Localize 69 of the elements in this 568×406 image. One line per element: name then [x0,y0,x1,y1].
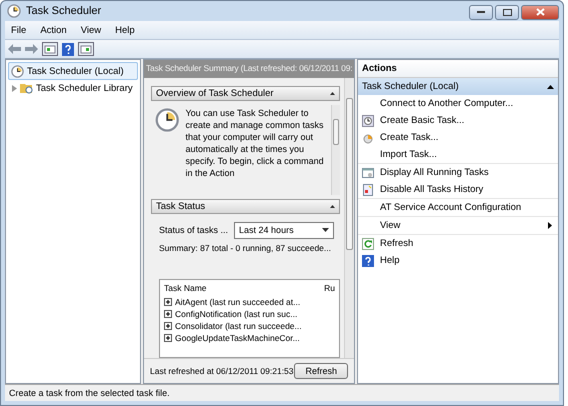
close-button[interactable] [521,4,559,20]
menu-item[interactable]: File [5,24,32,36]
expand-icon[interactable] [164,298,172,306]
window-title: Task Scheduler [26,5,102,17]
menu-item[interactable]: Help [109,24,141,36]
command-link[interactable]: Create Basic Task... [358,112,558,129]
clock-icon [155,106,180,133]
clock-icon [362,132,374,144]
console-tree-icon[interactable] [42,42,58,56]
summary-header: Task Scheduler Summary (Last refreshed: 06/12/2011 09: [144,60,354,78]
collapse-icon[interactable] [547,84,554,88]
minimize-icon [477,10,485,14]
submenu-arrow-icon [548,222,552,229]
close-icon [536,8,544,16]
task-row[interactable]: AitAgent (last run succeeded at... [160,296,339,308]
menu-item[interactable]: View [74,24,108,36]
forward-icon[interactable] [25,44,38,54]
command-link[interactable]: Display All Running Tasks [358,164,558,181]
tree-item[interactable]: Task Scheduler (Local) [8,62,138,80]
column-header[interactable]: Task Name [164,282,207,293]
task-row[interactable]: Consolidator (last run succeede... [160,320,339,332]
action-pane-icon[interactable] [78,42,94,56]
command-link[interactable]: Refresh [358,235,558,252]
command-link[interactable]: View [358,217,558,235]
status-section-header[interactable]: Task Status [151,198,340,214]
expand-icon[interactable] [164,334,172,342]
status-bar: Create a task from the selected task file. [5,384,559,401]
command-link[interactable]: Connect to Another Computer... [358,95,558,112]
section-title: Task Status [156,200,206,212]
column-header[interactable]: Ru [324,282,335,293]
summary-text: Summary: 87 total - 0 running, 87 succeede... [158,242,331,253]
last-refreshed-text: Last refreshed at 06/12/2011 09:21:53 [150,366,294,376]
tree-item[interactable]: Task Scheduler Library [8,80,138,96]
section-title: Overview of Task Scheduler [156,88,274,99]
period-dropdown[interactable]: Last 24 hours [234,222,334,239]
dropdown-arrow-icon [322,228,330,232]
minimize-button[interactable] [469,4,493,20]
command-link[interactable]: AT Service Account Configuration [358,199,558,217]
command-link[interactable]: Create Task... [358,129,558,146]
command-link[interactable]: Help [358,252,558,269]
expand-icon[interactable] [164,322,172,330]
back-icon[interactable] [8,44,21,54]
collapse-icon[interactable] [330,92,335,95]
refresh-button[interactable]: Refresh [294,363,348,379]
menu-item[interactable]: Action [34,24,73,36]
help-icon [362,254,374,266]
group-title: Task Scheduler (Local) [362,81,459,92]
clock-wizard-icon [362,114,374,126]
command-link[interactable]: Disable All Tasks History [358,181,558,199]
window-list-icon [362,166,374,178]
task-row[interactable]: ConfigNotification (last run suc... [160,308,339,320]
overview-section-header[interactable]: Overview of Task Scheduler [151,86,340,101]
maximize-icon [502,8,512,16]
filter-label: Status of tasks ... [159,225,228,236]
maximize-button[interactable] [495,4,519,20]
command-link[interactable]: Import Task... [358,146,558,164]
clock-icon [11,64,24,78]
actions-group-header[interactable]: Task Scheduler (Local) [358,78,558,95]
clock-icon [7,4,21,18]
expand-arrow-icon[interactable] [12,84,17,92]
expand-icon[interactable] [164,310,172,318]
document-icon [362,184,374,196]
collapse-icon[interactable] [330,204,335,208]
overview-text: You can use Task Scheduler to create and manage common tasks that your computer will carry out automatically at the times you specify. To begin, click a command in the Action [185,106,325,180]
task-row[interactable]: GoogleUpdateTaskMachineCor... [160,332,339,344]
folder-clock-icon [20,82,33,94]
help-icon[interactable] [62,42,74,56]
actions-header: Actions [358,60,558,78]
refresh-icon [362,238,374,250]
